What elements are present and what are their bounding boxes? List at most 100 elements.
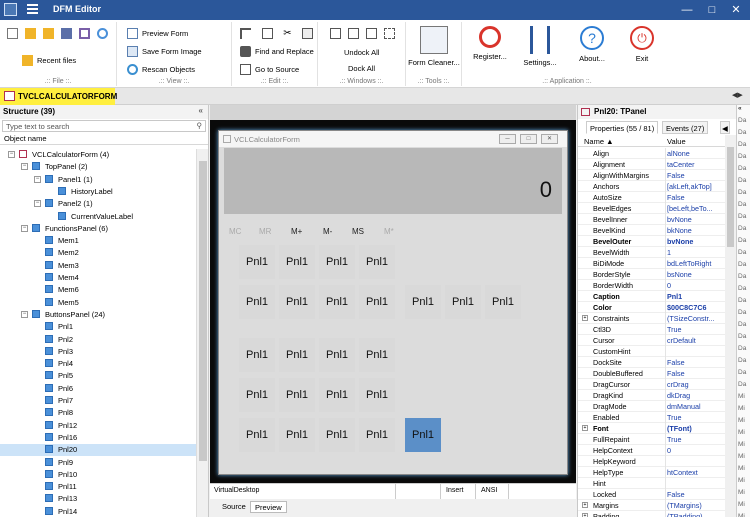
calculator-button[interactable]: Pnl1 — [445, 285, 481, 319]
property-value[interactable]: 0 — [667, 281, 724, 290]
tree-node[interactable]: Mem3 — [0, 260, 196, 272]
tree-node[interactable]: Mem1 — [0, 235, 196, 247]
tab-events[interactable]: Events (27) — [662, 121, 709, 134]
property-value[interactable]: bsNone — [667, 270, 724, 279]
calculator-button[interactable]: Pnl1 — [239, 338, 275, 372]
form-preview-window[interactable]: VCLCalculatorForm ─ □ ✕ 0 MC MR M+ M- MS M* Pn… — [218, 130, 568, 475]
collapse-node-icon[interactable]: − — [8, 151, 15, 158]
property-value[interactable]: False — [667, 193, 724, 202]
copy-icon[interactable] — [262, 28, 273, 39]
calculator-button[interactable]: Pnl1 — [319, 338, 355, 372]
paste-icon[interactable] — [302, 28, 313, 39]
property-value[interactable]: True — [667, 325, 724, 334]
save-as-icon[interactable] — [79, 28, 90, 39]
memory-button[interactable]: MS — [352, 227, 364, 236]
settings-small-icon[interactable] — [97, 28, 108, 39]
property-value[interactable]: (TSizeConstr... — [667, 314, 724, 323]
property-value[interactable]: bvNone — [667, 215, 724, 224]
property-row[interactable]: BevelWidth 1 — [578, 247, 725, 258]
settings-button[interactable]: Settings... — [512, 26, 568, 67]
window-layout-icon-1[interactable] — [330, 28, 341, 39]
window-layout-icon-2[interactable] — [348, 28, 359, 39]
dock-all-button[interactable]: Dock All — [348, 64, 375, 73]
property-row[interactable]: Hint — [578, 478, 725, 489]
calculator-button[interactable]: Pnl1 — [405, 285, 441, 319]
property-value[interactable]: False — [667, 490, 724, 499]
tree-node[interactable]: Mem5 — [0, 297, 196, 309]
calculator-button[interactable]: Pnl1 — [359, 378, 395, 412]
property-value[interactable]: 0 — [667, 446, 724, 455]
property-row[interactable]: AutoSize False — [578, 192, 725, 203]
property-value[interactable]: False — [667, 171, 724, 180]
collapse-node-icon[interactable]: − — [21, 224, 28, 232]
property-value[interactable]: bvNone — [667, 237, 724, 246]
expand-property-icon[interactable]: + — [582, 315, 588, 321]
document-tab[interactable]: TVCLCALCULATORFORM — [0, 88, 117, 105]
calculator-button[interactable]: Pnl1 — [239, 285, 275, 319]
calculator-button[interactable]: Pnl1 — [359, 245, 395, 279]
inspector-scrollbar-thumb[interactable] — [727, 147, 734, 247]
tree-node[interactable]: Pnl8 — [0, 407, 196, 419]
hamburger-menu-icon[interactable] — [27, 4, 38, 15]
goto-source-button[interactable]: Go to Source — [240, 64, 299, 75]
property-row[interactable]: Anchors [akLeft,akTop] — [578, 181, 725, 192]
memory-button[interactable]: MC — [229, 227, 241, 236]
expand-property-icon[interactable]: + — [582, 513, 588, 517]
property-row[interactable]: BevelEdges [beLeft,beTo... — [578, 203, 725, 214]
property-row[interactable]: FullRepaint True — [578, 434, 725, 445]
tree-node[interactable]: Pnl1 — [0, 321, 196, 333]
calculator-button[interactable]: Pnl1 — [359, 418, 395, 452]
tree-node[interactable]: Pnl10 — [0, 469, 196, 481]
structure-scrollbar-thumb[interactable] — [199, 161, 207, 461]
calculator-button[interactable]: Pnl1 — [279, 285, 315, 319]
tree-node[interactable]: − TopPanel (2) — [0, 161, 196, 173]
tree-node[interactable]: − Panel2 (1) — [0, 198, 196, 210]
form-maximize-button[interactable]: □ — [520, 134, 537, 144]
recent-files-button[interactable]: Recent files — [22, 55, 76, 66]
tree-node[interactable]: Pnl14 — [0, 506, 196, 517]
property-value[interactable]: [beLeft,beTo... — [667, 204, 724, 213]
tree-node[interactable]: Pnl16 — [0, 432, 196, 444]
minimize-button[interactable]: — — [678, 2, 696, 18]
tree-node[interactable]: HistoryLabel — [0, 186, 196, 198]
maximize-button[interactable]: □ — [703, 2, 721, 18]
exit-button[interactable]: ⏻ Exit — [614, 26, 670, 63]
property-row[interactable]: DoubleBuffered False — [578, 368, 725, 379]
property-row[interactable]: AlignWithMargins False — [578, 170, 725, 181]
property-row[interactable]: Enabled True — [578, 412, 725, 423]
collapse-node-icon[interactable]: − — [34, 200, 41, 208]
calculator-button[interactable]: Pnl1 — [279, 245, 315, 279]
property-value[interactable]: crDefault — [667, 336, 724, 345]
undo-icon[interactable] — [240, 28, 251, 39]
property-value[interactable]: $00C8C7C6 — [667, 303, 724, 312]
property-value[interactable]: False — [667, 358, 724, 367]
structure-search-input[interactable]: Type text to search ⚲ — [2, 120, 206, 132]
form-minimize-button[interactable]: ─ — [499, 134, 516, 144]
tab-properties[interactable]: Properties (55 / 81) — [586, 121, 659, 134]
preview-form-button[interactable]: Preview Form — [127, 28, 188, 39]
property-value[interactable]: (TFont) — [667, 424, 724, 433]
strip-collapse-icon[interactable]: « — [737, 105, 750, 117]
property-value[interactable]: crDrag — [667, 380, 724, 389]
property-row[interactable]: + Font (TFont) — [578, 423, 725, 434]
property-row[interactable]: Alignment taCenter — [578, 159, 725, 170]
property-row[interactable]: BevelKind bkNone — [578, 225, 725, 236]
calculator-button[interactable]: Pnl1 — [319, 285, 355, 319]
calculator-button[interactable]: Pnl1 — [239, 418, 275, 452]
property-row[interactable]: DragCursor crDrag — [578, 379, 725, 390]
property-row[interactable]: BevelOuter bvNone — [578, 236, 725, 247]
tree-node[interactable]: − VCLCalculatorForm (4) — [0, 149, 196, 161]
property-value[interactable]: bkNone — [667, 226, 724, 235]
property-value[interactable]: Pnl1 — [667, 292, 724, 301]
expand-property-icon[interactable]: + — [582, 502, 588, 508]
undock-all-button[interactable]: Undock All — [344, 48, 379, 57]
property-row[interactable]: + Padding (TPadding) — [578, 511, 725, 517]
tree-node[interactable]: Pnl12 — [0, 420, 196, 432]
calculator-button[interactable]: Pnl1 — [279, 378, 315, 412]
find-replace-button[interactable]: Find and Replace — [240, 46, 314, 57]
tree-node[interactable]: Pnl7 — [0, 395, 196, 407]
calculator-button[interactable]: Pnl1 — [239, 378, 275, 412]
property-value[interactable]: True — [667, 435, 724, 444]
calculator-button[interactable]: Pnl1 — [319, 418, 355, 452]
calculator-button[interactable]: Pnl1 — [319, 245, 355, 279]
